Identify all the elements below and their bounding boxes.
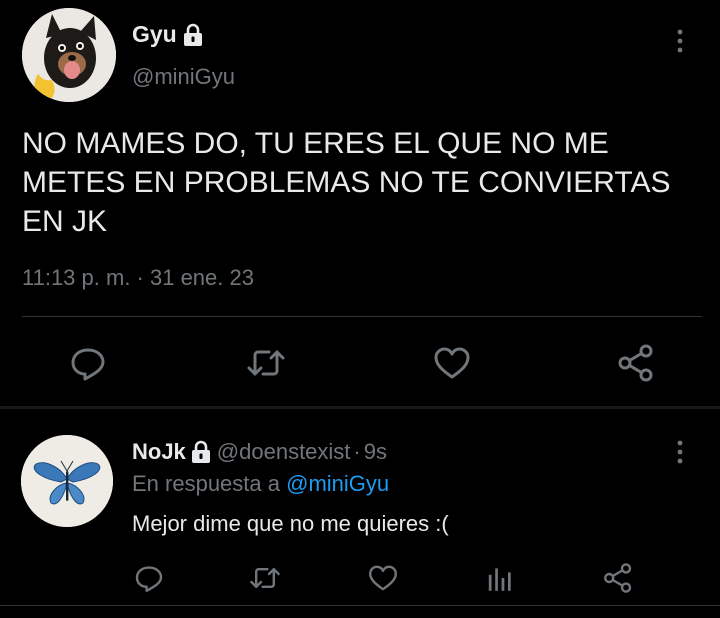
mention-link[interactable]: @miniGyu <box>286 471 389 496</box>
replying-prefix: En respuesta a <box>132 471 280 496</box>
tweet-text: NO MAMES DO, TU ERES EL QUE NO ME METES … <box>22 127 671 238</box>
author-handle[interactable]: @doenstexist <box>217 439 351 465</box>
retweet-icon[interactable] <box>246 343 286 383</box>
more-vertical-icon[interactable] <box>668 437 692 467</box>
author-handle[interactable]: @miniGyu <box>132 64 235 90</box>
main-tweet: Gyu @miniGyu NO MAMES DO, TU ERES EL QUE… <box>0 0 720 408</box>
reply-header: NoJk @doenstexist · 9s <box>132 439 387 465</box>
share-icon[interactable] <box>602 562 634 594</box>
more-vertical-icon[interactable] <box>668 26 692 56</box>
author-name-row[interactable]: Gyu <box>132 21 203 48</box>
divider <box>22 316 702 317</box>
avatar[interactable] <box>21 435 113 527</box>
lock-icon <box>183 23 203 46</box>
separator: · <box>353 439 361 464</box>
author-name[interactable]: Gyu <box>132 21 177 48</box>
share-icon[interactable] <box>616 343 656 383</box>
reply-icon[interactable] <box>68 343 108 383</box>
analytics-icon[interactable] <box>484 562 516 594</box>
tweet-time[interactable]: 9s <box>364 439 387 465</box>
dog-avatar-image <box>22 8 116 102</box>
divider <box>0 605 720 606</box>
retweet-icon[interactable] <box>249 562 281 594</box>
tweet-text: Mejor dime que no me quieres :( <box>132 511 449 536</box>
author-name[interactable]: NoJk <box>132 439 186 465</box>
reply-icon[interactable] <box>133 562 165 594</box>
like-icon[interactable] <box>367 562 399 594</box>
replying-to: En respuesta a @miniGyu <box>132 471 389 497</box>
like-icon[interactable] <box>432 343 472 383</box>
avatar[interactable] <box>22 8 116 102</box>
reply-tweet[interactable]: NoJk @doenstexist · 9s En respuesta a @m… <box>0 409 720 618</box>
butterfly-avatar-image <box>21 435 113 527</box>
lock-icon <box>191 440 211 463</box>
tweet-timestamp[interactable]: 11:13 p. m. · 31 ene. 23 <box>22 265 254 291</box>
